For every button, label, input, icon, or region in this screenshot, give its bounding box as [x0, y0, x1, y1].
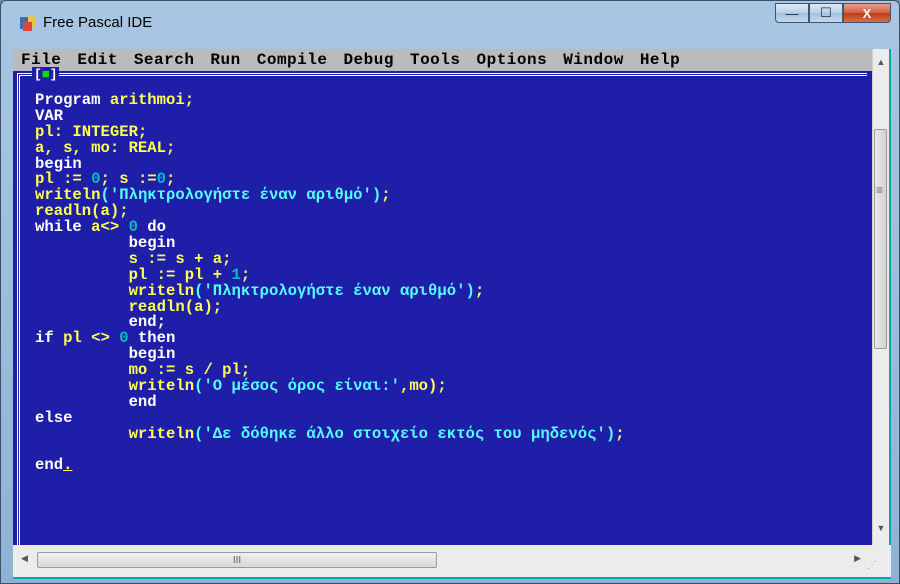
- code-line[interactable]: end: [35, 394, 625, 411]
- menu-window[interactable]: Window: [563, 51, 624, 69]
- code-token: writeln: [35, 424, 195, 443]
- menu-search[interactable]: Search: [134, 51, 195, 69]
- window-controls: — ☐ X: [775, 3, 891, 25]
- code-area[interactable]: Program arithmoi; VAR pl: INTEGER; a, s, mo…: [35, 91, 625, 474]
- code-token: ,mo);: [399, 377, 447, 396]
- menu-tools[interactable]: Tools: [410, 51, 461, 69]
- code-token: arithmoi;: [109, 91, 195, 109]
- menu-bar: File Edit Search Run Compile Debug Tools Option…: [13, 49, 875, 71]
- scroll-grip-icon: ≡: [876, 183, 884, 197]
- code-token: ;: [381, 186, 391, 205]
- minimize-button[interactable]: —: [775, 3, 809, 23]
- vertical-scrollbar[interactable]: ▲ ≡ ▼: [872, 49, 889, 545]
- editor-window[interactable]: [■] Program arithmoi; VAR pl: INTEGER; a, s…: [13, 67, 875, 545]
- menu-edit[interactable]: Edit: [77, 51, 117, 69]
- code-token: ('Δε δόθηκε άλλο στοιχείο εκτός του μηδε…: [194, 424, 616, 443]
- menu-options[interactable]: Options: [476, 51, 547, 69]
- code-token: ('Ο μέσος όρος είναι:': [194, 377, 400, 396]
- scroll-right-arrow-icon[interactable]: ▶: [854, 553, 861, 564]
- menu-help[interactable]: Help: [640, 51, 680, 69]
- code-line[interactable]: a, s, mo: REAL;: [35, 140, 625, 157]
- scroll-down-arrow-icon[interactable]: ▼: [873, 519, 889, 537]
- code-line[interactable]: end.: [35, 458, 625, 474]
- code-line[interactable]: writeln('Δε δόθηκε άλλο στοιχείο εκτός τ…: [35, 424, 625, 443]
- close-button[interactable]: X: [843, 3, 891, 23]
- scroll-up-arrow-icon[interactable]: ▲: [873, 53, 889, 71]
- free-pascal-app-icon: [20, 15, 36, 31]
- menu-compile[interactable]: Compile: [257, 51, 328, 69]
- code-token: .: [63, 456, 73, 475]
- code-line[interactable]: Program arithmoi;: [35, 91, 625, 109]
- menu-debug[interactable]: Debug: [343, 51, 394, 69]
- maximize-button[interactable]: ☐: [809, 3, 843, 23]
- scroll-left-arrow-icon[interactable]: ◀: [21, 553, 28, 564]
- code-token: ;: [615, 424, 625, 443]
- horizontal-scroll-thumb[interactable]: III: [37, 552, 437, 568]
- title-bar[interactable]: Free Pascal IDE — ☐ X: [1, 1, 899, 45]
- resize-grip-icon[interactable]: ⋰: [867, 560, 877, 571]
- vertical-scroll-thumb[interactable]: [874, 129, 887, 349]
- window-title: Free Pascal IDE: [43, 14, 153, 31]
- code-line[interactable]: [35, 443, 625, 459]
- code-token: ('Πληκτρολογήστε έναν αριθμό'): [194, 281, 475, 300]
- code-token: ('Πληκτρολογήστε έναν αριθμό'): [100, 186, 382, 205]
- code-token: end: [35, 456, 64, 475]
- editor-close-box[interactable]: [■]: [32, 67, 60, 82]
- menu-run[interactable]: Run: [210, 51, 240, 69]
- horizontal-scrollbar[interactable]: ◀ III ▶ ⋰: [13, 545, 891, 577]
- ide-window: Free Pascal IDE — ☐ X File Edit Search Run C…: [0, 0, 900, 584]
- code-token: ;: [474, 281, 485, 300]
